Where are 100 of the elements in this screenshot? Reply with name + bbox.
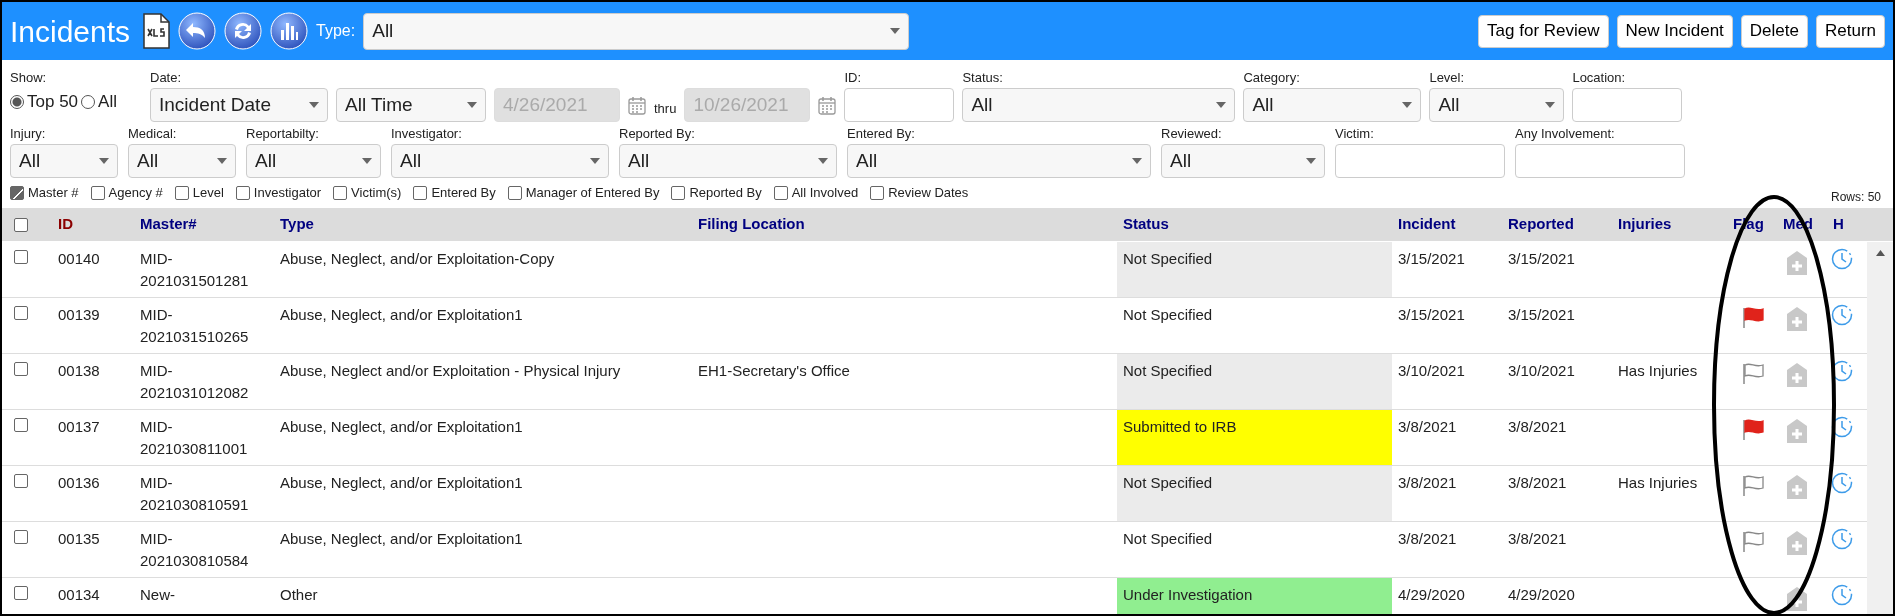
checkbox[interactable] [10, 186, 24, 200]
filter-input[interactable] [844, 88, 955, 122]
checkbox[interactable] [507, 186, 522, 200]
type-cell: Abuse, Neglect and/or Exploitation - Physical Injury [280, 362, 621, 379]
header-button[interactable]: Delete [1740, 14, 1808, 48]
date-range-dropdown[interactable]: All Time [336, 88, 486, 122]
incident-date-cell: 3/15/2021 [1398, 306, 1465, 323]
filter-dropdown[interactable]: All [962, 88, 1236, 122]
checkbox-label: Review Dates [888, 184, 969, 203]
filter-dropdown[interactable]: All [391, 144, 609, 178]
filter-dropdown[interactable]: All [847, 144, 1151, 178]
reported-date-cell: 4/29/2020 [1508, 586, 1575, 603]
caret-icon [217, 158, 227, 164]
column-header[interactable]: Type [274, 213, 692, 236]
id-cell: 00134 [58, 586, 100, 603]
row-checkbox[interactable] [14, 530, 28, 544]
header-button[interactable]: Return [1815, 14, 1885, 48]
caret-icon [1306, 158, 1316, 164]
radio-button[interactable] [10, 95, 24, 109]
checkbox[interactable] [333, 186, 348, 200]
incident-date-cell: 3/8/2021 [1398, 530, 1457, 547]
filter-input[interactable] [1335, 144, 1505, 178]
row-checkbox[interactable] [14, 418, 28, 432]
field-label: ID: [844, 69, 863, 85]
flag-icon[interactable] [1741, 362, 1765, 386]
type-cell: Abuse, Neglect, and/or Exploitation1 [280, 418, 523, 435]
column-header[interactable]: Injuries [1612, 213, 1727, 236]
checkbox[interactable] [773, 186, 788, 200]
history-clock-icon [1831, 528, 1853, 550]
checkbox[interactable] [90, 186, 105, 200]
type-label: Type: [316, 21, 356, 41]
date-field-dropdown[interactable]: Incident Date [150, 88, 328, 122]
checkbox-label: Master # [28, 184, 79, 203]
page-title: Incidents [10, 13, 131, 50]
checkbox[interactable] [174, 186, 189, 200]
radio-button[interactable] [81, 95, 96, 109]
caret-icon [362, 158, 372, 164]
checkbox[interactable] [671, 186, 686, 200]
medical-icon [1785, 362, 1809, 388]
filter-dropdown[interactable]: All [1161, 144, 1325, 178]
header-button[interactable]: New Incident [1616, 14, 1733, 48]
column-header[interactable]: Incident [1392, 213, 1502, 236]
calendar-icon [818, 95, 837, 115]
column-header[interactable]: Reported [1502, 213, 1612, 236]
filter-dropdown[interactable]: All [619, 144, 837, 178]
status-cell: Submitted to IRB [1117, 410, 1392, 465]
field-label: Medical: [128, 125, 178, 141]
filter-dropdown[interactable]: All [246, 144, 381, 178]
checkbox-label: Entered By [431, 184, 496, 203]
checkbox-label: Investigator [253, 184, 322, 203]
filter-input[interactable] [1572, 88, 1683, 122]
select-all-checkbox[interactable] [14, 217, 28, 232]
column-header[interactable]: H [1827, 213, 1867, 236]
header-button[interactable]: Tag for Review [1478, 14, 1609, 48]
filter-dropdown[interactable]: All [128, 144, 236, 178]
radio-label: All [98, 91, 117, 114]
medical-icon [1785, 306, 1809, 332]
field-label: Reported By: [619, 125, 696, 141]
scrollbar[interactable] [1867, 242, 1893, 614]
row-checkbox[interactable] [14, 306, 28, 320]
checkbox[interactable] [413, 186, 428, 200]
column-header[interactable]: Status [1117, 213, 1392, 236]
checkbox[interactable] [870, 186, 885, 200]
checkbox[interactable] [235, 186, 250, 200]
flag-icon[interactable] [1741, 306, 1765, 330]
caret-icon [1132, 158, 1142, 164]
field-label: Status: [962, 69, 1004, 85]
reported-date-cell: 3/8/2021 [1508, 530, 1567, 547]
caret-icon [1545, 102, 1556, 108]
id-cell: 00138 [58, 362, 100, 379]
filter-dropdown[interactable]: All [1243, 88, 1422, 122]
flag-icon[interactable] [1741, 418, 1765, 442]
field-label: Location: [1572, 69, 1627, 85]
filter-input[interactable] [1515, 144, 1685, 178]
checkbox-label: Victim(s) [351, 184, 402, 203]
flag-icon[interactable] [1741, 474, 1765, 498]
row-checkbox[interactable] [14, 250, 28, 264]
history-clock-icon [1831, 304, 1853, 326]
row-checkbox[interactable] [14, 474, 28, 488]
filter-dropdown[interactable]: All [1429, 88, 1565, 122]
filter-dropdown[interactable]: All [10, 144, 118, 178]
column-header[interactable]: Master# [134, 213, 274, 236]
row-checkbox[interactable] [14, 362, 28, 376]
bar-chart-icon [270, 12, 309, 50]
field-label: Show: [10, 69, 48, 85]
medical-icon [1785, 250, 1809, 276]
injuries-cell: Has Injuries [1618, 474, 1698, 491]
id-cell: 00140 [58, 250, 100, 267]
type-dropdown[interactable]: All [363, 12, 910, 50]
spreadsheet-file-icon [142, 13, 171, 49]
row-checkbox[interactable] [14, 586, 28, 600]
medical-icon [1785, 586, 1809, 612]
reported-date-cell: 3/15/2021 [1508, 306, 1575, 323]
flag-icon[interactable] [1741, 530, 1765, 554]
column-header[interactable]: ID [52, 213, 134, 236]
history-clock-icon [1831, 248, 1853, 270]
medical-icon [1785, 530, 1809, 556]
column-header[interactable]: Filing Location [692, 213, 1117, 236]
filing-location-cell: EH1-Secretary's Office [698, 362, 850, 379]
master-number-cell-text: New- [140, 585, 176, 605]
